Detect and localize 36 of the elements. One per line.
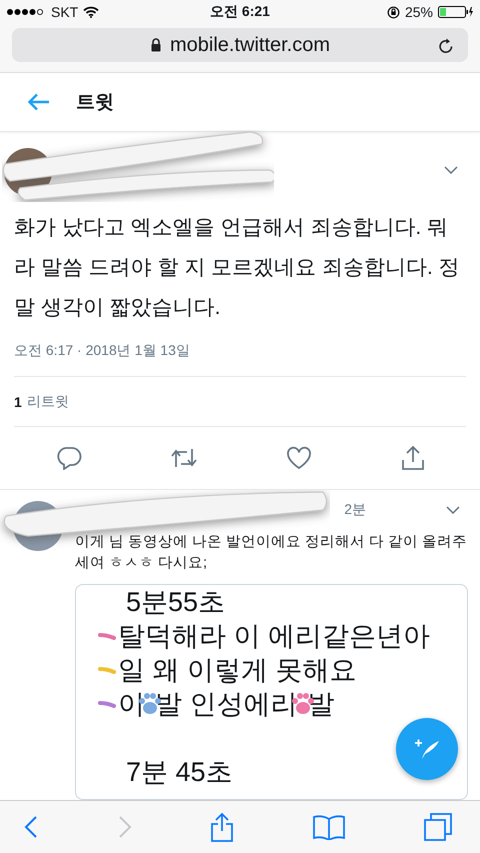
image-text: 발 인성에리 (155, 688, 298, 721)
reply-text: 이게 님 동영상에 나온 발언이에요 정리해서 다 같이 올려주세여 ㅎㅅㅎ 다시요; (75, 533, 468, 573)
rotation-lock-icon (386, 6, 400, 18)
image-text: 탈덕해라 이 에리같은년아 (118, 620, 430, 653)
retweet-count: 1 (14, 394, 22, 410)
carrier-name: SKT (51, 4, 78, 20)
compose-feather-icon (413, 737, 441, 761)
page-title: 트윗 (76, 91, 114, 115)
image-text: 이 (118, 688, 145, 721)
clock-time: 오전 6:21 (210, 3, 270, 21)
retweet-icon[interactable] (170, 447, 198, 469)
reply-icon[interactable] (56, 446, 82, 470)
retweet-label: 리트윗 (26, 392, 69, 410)
share-icon[interactable] (400, 445, 426, 471)
wifi-icon (83, 6, 100, 18)
tabs-icon[interactable] (424, 813, 452, 841)
reload-icon[interactable] (438, 36, 454, 54)
chevron-down-icon[interactable] (444, 166, 458, 174)
chevron-down-icon[interactable] (446, 506, 460, 514)
address-bar[interactable]: mobile.twitter.com (12, 28, 468, 62)
url-text: mobile.twitter.com (170, 34, 330, 56)
lock-icon (150, 38, 162, 52)
tweet-text: 화가 났다고 엑소엘을 언급해서 죄송합니다. 뭐라 말씀 드려야 할 지 모르겠네요 죄송합니다. 정말 생각이 짧았습니다. (14, 215, 461, 321)
battery-percent: 25% (404, 4, 433, 20)
book-icon[interactable] (312, 814, 344, 840)
image-text: 5분55초 (126, 586, 226, 619)
share-icon[interactable] (211, 812, 233, 842)
back-arrow-icon[interactable] (28, 93, 50, 111)
image-text: 일 왜 이렇게 못해요 (118, 654, 357, 687)
battery-icon (438, 6, 474, 18)
back-icon[interactable] (24, 816, 38, 838)
reply-time: 2분 (344, 501, 366, 519)
image-text: 7분 45초 (126, 756, 233, 789)
heart-icon[interactable] (286, 446, 312, 470)
signal-icon (6, 8, 46, 16)
timestamp: 오전 6:17 · 2018년 1월 13일 (14, 342, 191, 360)
